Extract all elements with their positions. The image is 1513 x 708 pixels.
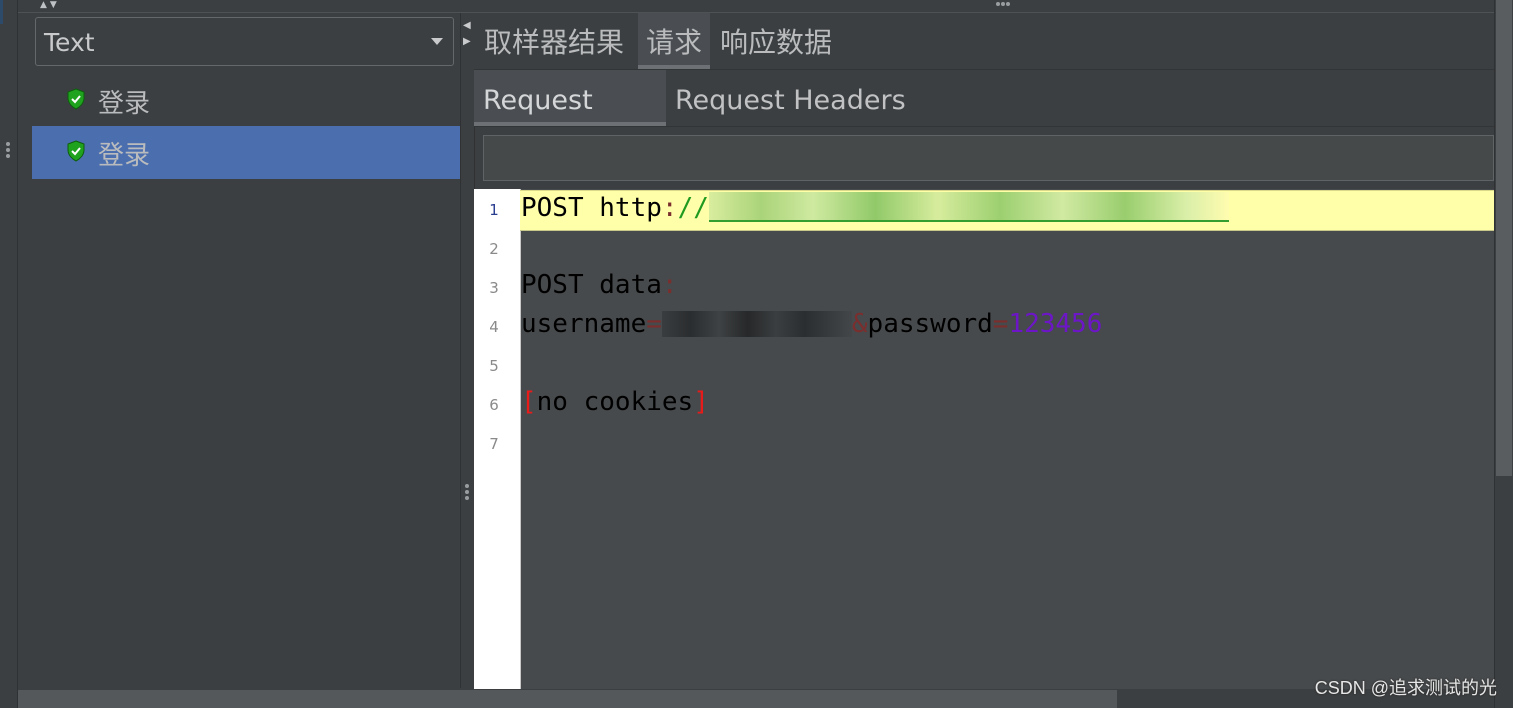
top-bar — [18, 0, 1513, 13]
line-number: 6 — [489, 396, 499, 414]
tab-sampler-result[interactable]: 取样器结果 — [476, 13, 632, 69]
search-input[interactable] — [483, 135, 1494, 181]
panel-splitter[interactable] — [460, 13, 475, 688]
line-number: 5 — [489, 357, 499, 375]
request-body-editor[interactable] — [474, 189, 1494, 689]
tab-response-data[interactable]: 响应数据 — [712, 13, 840, 69]
open-bracket: [ — [521, 387, 537, 417]
ampersand: & — [851, 309, 868, 339]
success-shield-icon — [67, 88, 85, 110]
renderer-select-value: Text — [44, 28, 95, 57]
tree-item-label: 登录 — [98, 89, 151, 119]
redacted-url — [708, 192, 1229, 222]
renderer-select[interactable]: Text — [35, 17, 454, 66]
drag-handle-icon[interactable] — [996, 2, 1010, 6]
result-tabs: 取样器结果 请求 响应数据 — [474, 13, 1494, 70]
watermark: CSDN @追求测试的光 — [1314, 678, 1497, 698]
code-line-4: username= &password=123456 — [521, 309, 1102, 339]
code-line-3: POST data: — [521, 270, 678, 300]
http-method: POST — [521, 193, 584, 223]
no-cookies-text: no cookies — [536, 387, 694, 417]
vertical-scrollbar-thumb[interactable] — [1496, 0, 1512, 476]
request-tabs: Request Body Request Headers — [474, 70, 1494, 178]
tree-item-label: 登录 — [98, 141, 151, 171]
splitter-grip-icon[interactable] — [465, 482, 469, 502]
line-number: 1 — [489, 201, 499, 219]
tab-request-headers[interactable]: Request Headers — [666, 70, 915, 126]
url-colon: : — [661, 193, 678, 223]
splitter-arrows-icon[interactable]: ◀ ▶ — [463, 18, 471, 50]
success-shield-icon — [67, 140, 85, 162]
horizontal-scrollbar-thumb[interactable] — [18, 690, 1117, 708]
code-line-1: POST http:// — [521, 192, 1229, 223]
line-number: 2 — [489, 240, 499, 258]
url-scheme: http — [599, 193, 662, 223]
edge-accent — [0, 0, 3, 24]
line-number: 3 — [489, 279, 499, 297]
collapse-handle-icon[interactable] — [6, 140, 12, 160]
colon: : — [661, 270, 678, 300]
sort-arrows-icon[interactable]: ▲▼ — [40, 0, 60, 10]
url-slashes: // — [677, 193, 709, 223]
close-bracket: ] — [693, 387, 709, 417]
param-password-key: password — [867, 309, 993, 339]
line-number: 7 — [489, 435, 499, 453]
equals: = — [992, 309, 1009, 339]
redacted-username — [661, 311, 852, 337]
param-username-key: username — [521, 309, 647, 339]
left-edge-strip — [0, 0, 18, 708]
tab-request-body[interactable]: Request Body — [474, 70, 666, 178]
code-line-6: [no cookies] — [521, 387, 709, 417]
tab-request[interactable]: 请求 — [638, 13, 711, 69]
chevron-down-icon — [431, 38, 443, 45]
equals: = — [646, 309, 662, 339]
tree-item[interactable]: 登录 — [32, 74, 460, 127]
param-password-value: 123456 — [1008, 309, 1103, 339]
line-number: 4 — [489, 318, 499, 336]
tree-item-selected[interactable]: 登录 — [32, 126, 460, 179]
post-data-label: POST data — [521, 270, 662, 300]
